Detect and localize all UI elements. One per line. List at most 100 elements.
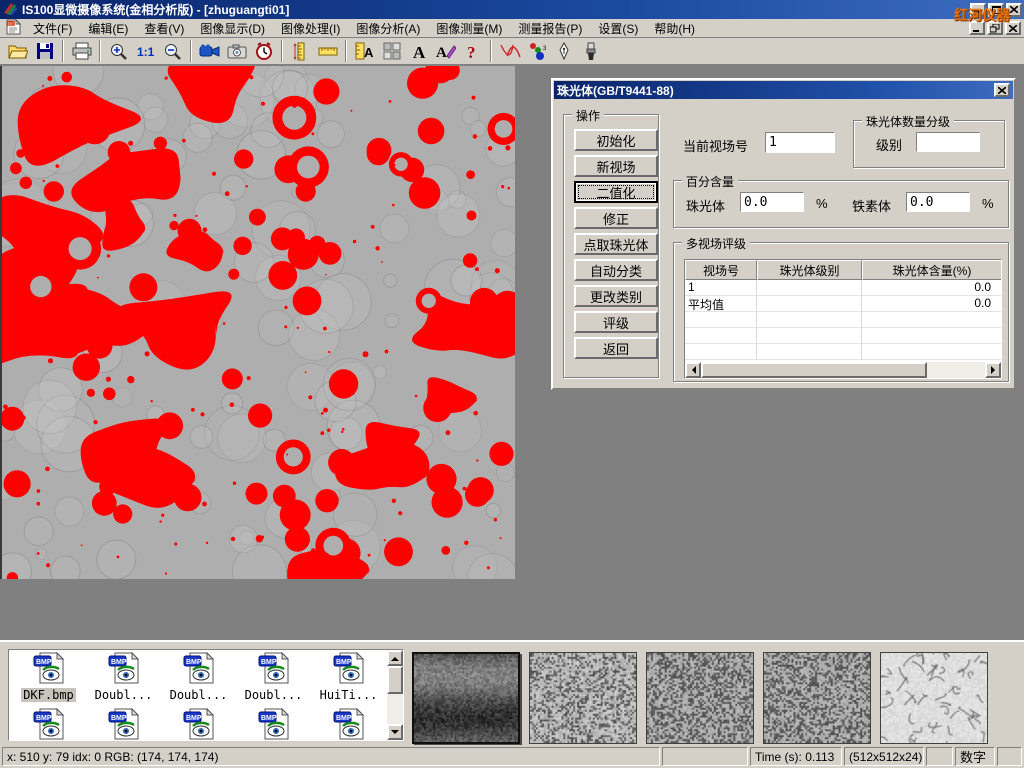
file-scroll-up-button[interactable] [387, 650, 403, 666]
thumbnail-1[interactable] [412, 652, 520, 744]
maximize-button[interactable] [988, 3, 1004, 17]
scroll-thumb[interactable] [701, 362, 927, 378]
menu-item-6[interactable]: 图像分析(A) [348, 18, 428, 39]
file-item-8[interactable]: BMP [161, 708, 236, 741]
bmp-file-icon: BMP [333, 708, 365, 741]
current-view-input[interactable] [765, 132, 835, 153]
file-item-5[interactable]: BMPHuiTi... [311, 652, 386, 702]
dialog-close-button[interactable] [994, 83, 1010, 97]
bmp-file-icon: BMP [258, 652, 290, 687]
mdi-close-button[interactable] [1005, 21, 1021, 35]
dialog-button-8[interactable]: 评级 [574, 311, 658, 333]
level-input[interactable] [916, 132, 980, 152]
camera-icon[interactable] [223, 39, 250, 63]
caliper-icon[interactable] [287, 39, 314, 63]
file-scroll-down-button[interactable] [387, 724, 403, 740]
menu-item-7[interactable]: 图像测量(M) [428, 18, 510, 39]
table-cell [862, 344, 1002, 360]
curve-tool-icon[interactable] [496, 39, 523, 63]
particle-analysis-icon[interactable]: 3 [523, 39, 550, 63]
minimize-button[interactable] [970, 3, 986, 17]
table-header[interactable]: 珠光体级别 [757, 260, 862, 280]
document-icon[interactable]: DOC [6, 19, 21, 38]
file-item-10[interactable]: BMP [311, 708, 386, 741]
dialog-button-4[interactable]: 修正 [574, 207, 658, 229]
file-item-7[interactable]: BMP [86, 708, 161, 741]
dialog-button-6[interactable]: 自动分类 [574, 259, 658, 281]
table-row[interactable]: 平均值 0.0 [685, 296, 1002, 312]
dialog-title-bar[interactable]: 珠光体(GB/T9441-88) [554, 81, 1013, 99]
thumbnail-5[interactable] [880, 652, 988, 744]
thumbnail-3[interactable] [646, 652, 754, 744]
mdi-minimize-button[interactable] [969, 21, 985, 35]
bmp-file-icon: BMP [183, 652, 215, 687]
menu-item-10[interactable]: 帮助(H) [646, 18, 703, 39]
menu-item-2[interactable]: 编辑(E) [80, 18, 136, 39]
scroll-left-button[interactable] [685, 362, 701, 378]
table-hscrollbar[interactable] [685, 362, 1001, 378]
scroll-right-button[interactable] [985, 362, 1001, 378]
table-cell: 0.0 [862, 296, 1002, 312]
ruler-icon[interactable] [314, 39, 341, 63]
window-title: IS100显微摄像系统(金相分析版) - [zhuguangti01] [22, 1, 289, 18]
timer-icon[interactable] [250, 39, 277, 63]
save-icon[interactable] [31, 39, 58, 63]
menu-item-4[interactable]: 图像显示(D) [192, 18, 273, 39]
menu-item-3[interactable]: 查看(V) [136, 18, 192, 39]
file-name: HuiTi... [318, 688, 380, 702]
brush-icon[interactable] [577, 39, 604, 63]
video-camera-icon[interactable] [196, 39, 223, 63]
rating-table[interactable]: 视场号珠光体级别珠光体含量(%)铁素体含量(%)10.0平均值0.0 [684, 259, 1002, 379]
table-row[interactable]: 10.0 [685, 280, 1002, 296]
dialog-button-2[interactable]: 新视场 [574, 155, 658, 177]
text-icon[interactable]: A [405, 39, 432, 63]
menu-item-1[interactable]: 文件(F) [25, 18, 80, 39]
bmp-file-icon: BMP [183, 708, 215, 741]
table-row[interactable] [685, 328, 1002, 344]
menu-item-5[interactable]: 图像处理(I) [273, 18, 348, 39]
table-header[interactable]: 视场号 [685, 260, 757, 280]
file-scroll-thumb[interactable] [387, 666, 403, 694]
print-icon[interactable] [68, 39, 95, 63]
file-item-1[interactable]: BMPDKF.bmp [11, 652, 86, 702]
menu-item-8[interactable]: 测量报告(P) [510, 18, 590, 39]
table-cell: 平均值 [685, 296, 757, 312]
pearlite-dialog: 珠光体(GB/T9441-88) 操作 初始化新视场二值化修正点取珠光体自动分类… [551, 78, 1016, 390]
micrograph-image[interactable] [0, 66, 515, 579]
thumbnail-4[interactable] [763, 652, 871, 744]
menu-item-9[interactable]: 设置(S) [590, 18, 646, 39]
grid-icon[interactable] [378, 39, 405, 63]
dialog-button-1[interactable]: 初始化 [574, 129, 658, 151]
pen-icon[interactable] [550, 39, 577, 63]
table-header[interactable]: 珠光体含量(%) [862, 260, 1002, 280]
ferrite-percent-input[interactable] [906, 192, 970, 212]
table-cell [862, 312, 1002, 328]
file-item-4[interactable]: BMPDoubl... [236, 652, 311, 702]
table-row[interactable] [685, 344, 1002, 360]
zoom-out-icon[interactable] [159, 39, 186, 63]
dialog-button-7[interactable]: 更改类别 [574, 285, 658, 307]
mdi-restore-button[interactable] [987, 21, 1003, 35]
table-cell: 1 [685, 280, 757, 296]
close-button[interactable] [1006, 3, 1022, 17]
dialog-button-9[interactable]: 返回 [574, 337, 658, 359]
open-icon[interactable] [4, 39, 31, 63]
svg-text:BMP: BMP [36, 659, 52, 666]
file-item-3[interactable]: BMPDoubl... [161, 652, 236, 702]
zoom-in-icon[interactable] [105, 39, 132, 63]
file-item-6[interactable]: BMP [11, 708, 86, 741]
dialog-button-3[interactable]: 二值化 [574, 181, 658, 203]
actual-size-icon[interactable]: 1:1 [132, 39, 159, 63]
help-icon[interactable]: ? [459, 39, 486, 63]
file-item-2[interactable]: BMPDoubl... [86, 652, 161, 702]
annotate-icon[interactable]: A [432, 39, 459, 63]
measure-text-icon[interactable]: A [351, 39, 378, 63]
file-browser[interactable]: BMPDKF.bmpBMPDoubl...BMPDoubl...BMPDoubl… [8, 649, 404, 741]
file-item-9[interactable]: BMP [236, 708, 311, 741]
file-vscrollbar[interactable] [387, 650, 403, 740]
table-row[interactable] [685, 312, 1002, 328]
thumbnail-2[interactable] [529, 652, 637, 744]
pearlite-percent-input[interactable] [740, 192, 804, 212]
dialog-button-5[interactable]: 点取珠光体 [574, 233, 658, 255]
svg-text:BMP: BMP [36, 715, 52, 722]
